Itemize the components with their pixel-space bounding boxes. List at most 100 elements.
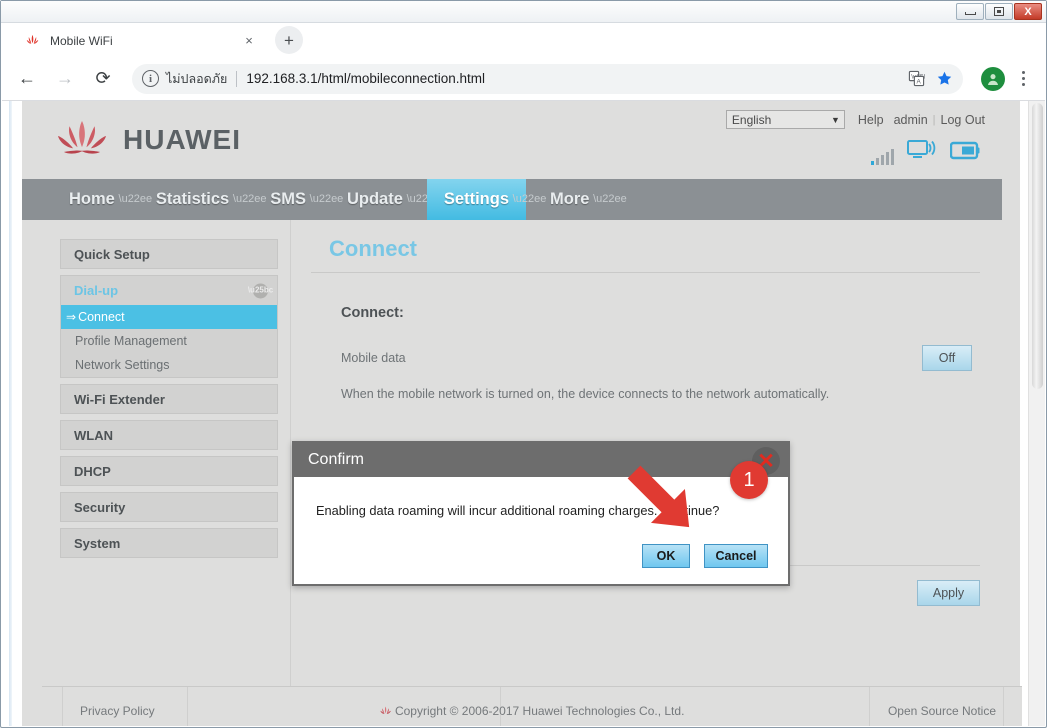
sidebar-group-wlan: WLAN <box>60 420 278 450</box>
dialog-actions: OK Cancel <box>642 544 768 568</box>
confirm-dialog: Confirm ✕ Enabling data roaming will inc… <box>292 441 790 586</box>
arrow-right-icon: ⇒ <box>66 310 77 324</box>
sidebar-item-profile-management[interactable]: Profile Management <box>61 329 277 353</box>
account-avatar-icon[interactable] <box>981 66 1005 91</box>
sidebar-item-label: WLAN <box>74 427 113 443</box>
sidebar-item-label: Quick Setup <box>74 246 150 262</box>
sidebar-group-quick-setup: Quick Setup <box>60 239 278 269</box>
sidebar: Quick Setup Dial-up \u25bc ⇒ Connect Pro… <box>22 220 290 726</box>
apply-button-wrapper: Apply <box>917 580 980 606</box>
sidebar-item-label: Connect <box>78 310 125 324</box>
window-controls: X <box>956 3 1042 20</box>
dialog-title: Confirm <box>308 451 365 468</box>
device-status-icons <box>871 139 980 165</box>
kebab-menu-icon[interactable] <box>1011 65 1035 93</box>
new-tab-button[interactable]: + <box>275 26 303 54</box>
sidebar-item-network-settings[interactable]: Network Settings <box>61 353 277 377</box>
open-source-notice-link[interactable]: Open Source Notice <box>888 704 996 718</box>
nav-separator: \u22ee <box>309 193 344 205</box>
footer-divider <box>869 687 870 726</box>
page-scrollbar[interactable] <box>1028 101 1045 726</box>
sidebar-item-label: DHCP <box>74 463 111 479</box>
nav-tab-settings[interactable]: Settings <box>426 179 526 220</box>
header-utility-bar: English ▼ Help admin | Log Out <box>725 110 990 129</box>
copyright-label: Copyright © 2006-2017 Huawei Technologie… <box>394 704 685 718</box>
dialog-ok-button[interactable]: OK <box>642 544 690 568</box>
sidebar-submenu-dial-up: ⇒ Connect Profile Management Network Set… <box>60 305 278 378</box>
forward-button[interactable]: → <box>50 64 80 94</box>
security-status-text: ไม่ปลอดภัย <box>166 71 228 86</box>
privacy-policy-link[interactable]: Privacy Policy <box>80 704 155 718</box>
url-host: 192.168.3.1 <box>246 71 318 86</box>
window-titlebar: X <box>1 1 1046 23</box>
chevron-down-icon: ▼ <box>830 114 840 125</box>
browser-tabstrip: Mobile WiFi × + <box>2 23 1045 57</box>
site-info-icon[interactable]: i <box>142 70 159 87</box>
sidebar-item-label: Dial-up <box>74 283 119 298</box>
sidebar-item-label: Security <box>74 499 126 515</box>
battery-icon <box>949 141 980 165</box>
sidebar-item-system[interactable]: System <box>60 528 278 558</box>
language-select[interactable]: English ▼ <box>725 110 845 129</box>
browser-tab-title: Mobile WiFi <box>50 33 113 48</box>
window-restore-button[interactable] <box>985 3 1013 20</box>
dialog-cancel-button[interactable]: Cancel <box>704 544 768 568</box>
window-minimize-button[interactable] <box>956 3 984 20</box>
address-bar[interactable]: i ไม่ปลอดภัย 192.168.3.1 /html/mobilecon… <box>132 63 963 94</box>
signal-bars-icon <box>871 149 894 165</box>
huawei-flower-icon <box>380 706 391 715</box>
close-icon[interactable]: × <box>241 33 257 49</box>
help-link[interactable]: Help <box>858 113 884 127</box>
dialog-close-icon[interactable]: ✕ <box>752 447 780 475</box>
footer-divider <box>1003 687 1004 726</box>
omnibox-actions: \u6587 A <box>903 66 959 92</box>
browser-toolbar: ← → ⟳ i ไม่ปลอดภัย 192.168.3.1 /html/mob… <box>2 57 1045 101</box>
translate-icon[interactable]: \u6587 A <box>903 66 929 92</box>
mobile-data-toggle-button[interactable]: Off <box>922 345 972 371</box>
restore-icon <box>994 7 1004 16</box>
topnav-separator: | <box>932 113 936 126</box>
sidebar-group-dhcp: DHCP <box>60 456 278 486</box>
browser-chrome: Mobile WiFi × + ← → ⟳ i ไม่ปลอดภัย 192.1… <box>2 23 1045 726</box>
sidebar-item-wlan[interactable]: WLAN <box>60 420 278 450</box>
admin-user-label[interactable]: admin <box>894 113 928 127</box>
title-divider <box>311 272 980 273</box>
dialog-titlebar: Confirm ✕ <box>294 443 788 477</box>
browser-tab-mobile-wifi[interactable]: Mobile WiFi × <box>10 24 265 57</box>
minimize-icon <box>964 12 976 15</box>
huawei-flower-icon <box>24 33 40 49</box>
sidebar-item-security[interactable]: Security <box>60 492 278 522</box>
toolbar-right <box>975 65 1035 93</box>
sidebar-item-label: Wi-Fi Extender <box>74 391 165 407</box>
mobile-data-hint: When the mobile network is turned on, th… <box>341 387 830 401</box>
sidebar-item-dhcp[interactable]: DHCP <box>60 456 278 486</box>
window-close-button[interactable]: X <box>1014 3 1042 20</box>
page-footer: Privacy Policy Copyright © 2006-2017 Hua… <box>42 686 1022 726</box>
nav-separator: \u22ee <box>406 193 441 205</box>
reload-button[interactable]: ⟳ <box>88 64 118 94</box>
sidebar-item-connect[interactable]: ⇒ Connect <box>61 305 277 329</box>
os-window: X Mobile WiFi × + ← → ⟳ i ไม่ปลอดภัย 192… <box>0 0 1047 728</box>
chevron-down-icon[interactable]: \u25bc <box>248 283 273 298</box>
page-header: HUAWEI English ▼ Help admin | Log Out <box>22 101 1002 179</box>
main-navigation: Home \u22ee Statistics \u22ee SMS \u22ee… <box>22 179 1002 220</box>
sidebar-group-system: System <box>60 528 278 558</box>
footer-divider <box>62 687 63 726</box>
sidebar-item-label: Network Settings <box>75 358 170 372</box>
logout-link[interactable]: Log Out <box>941 113 985 127</box>
omnibox-divider <box>236 70 238 87</box>
page-left-gutter <box>2 101 22 726</box>
section-label-connect: Connect: <box>341 305 404 321</box>
sidebar-item-dial-up[interactable]: Dial-up \u25bc <box>60 275 278 305</box>
nav-separator: \u22ee <box>593 193 627 205</box>
back-button[interactable]: ← <box>12 64 42 94</box>
sidebar-item-wifi-extender[interactable]: Wi-Fi Extender <box>60 384 278 414</box>
page-scrollbar-thumb[interactable] <box>1032 103 1043 389</box>
sidebar-group-dial-up: Dial-up \u25bc ⇒ Connect Profile Managem… <box>60 275 278 378</box>
sidebar-item-quick-setup[interactable]: Quick Setup <box>60 239 278 269</box>
language-selected-value: English <box>731 112 772 127</box>
dialog-message: Enabling data roaming will incur additio… <box>316 503 720 518</box>
star-icon[interactable] <box>931 66 957 92</box>
nav-tab-statistics[interactable]: Statistics <box>139 179 246 220</box>
apply-button[interactable]: Apply <box>917 580 980 606</box>
